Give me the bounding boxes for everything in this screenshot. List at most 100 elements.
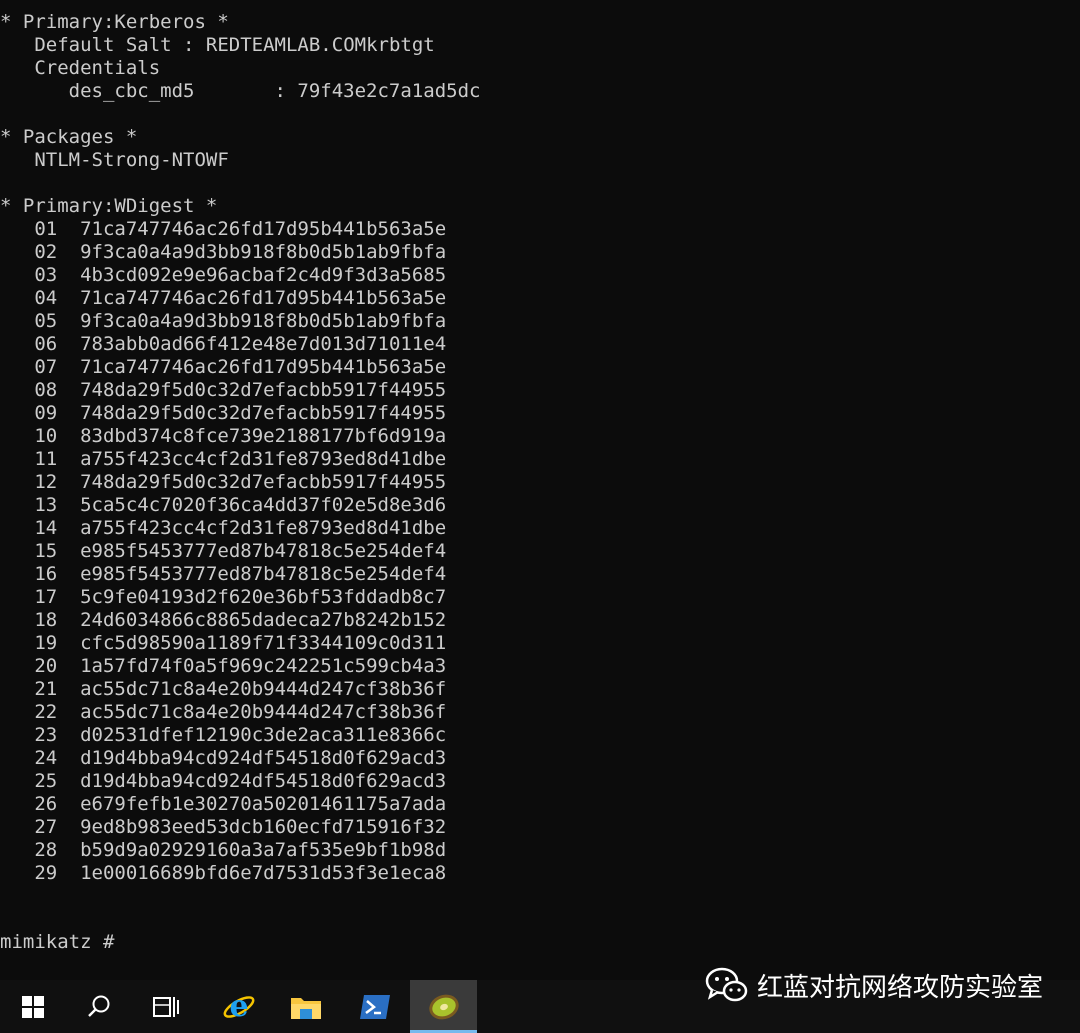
task-view-icon — [153, 996, 179, 1017]
file-explorer-icon — [291, 997, 321, 1019]
wdigest-hash-row: 12 748da29f5d0c32d7efacbb5917f44955 — [0, 471, 1080, 494]
hash-index: 22 — [34, 701, 58, 723]
task-view-button[interactable] — [133, 980, 199, 1033]
wdigest-hash-row: 16 e985f5453777ed87b47818c5e254def4 — [0, 563, 1080, 586]
hash-value: 83dbd374c8fce739e2188177bf6d919a — [80, 425, 447, 447]
wdigest-hash-row: 23 d02531dfef12190c3de2aca311e8366c — [0, 724, 1080, 747]
wdigest-hash-row: 11 a755f423cc4cf2d31fe8793ed8d41dbe — [0, 448, 1080, 471]
hash-value: 748da29f5d0c32d7efacbb5917f44955 — [80, 471, 447, 493]
hash-index: 17 — [34, 586, 58, 608]
hash-index: 21 — [34, 678, 58, 700]
des-cbc-md5-value: 79f43e2c7a1ad5dc — [297, 80, 481, 102]
hash-index: 08 — [34, 379, 58, 401]
wdigest-hash-row: 24 d19d4bba94cd924df54518d0f629acd3 — [0, 747, 1080, 770]
hash-value: e985f5453777ed87b47818c5e254def4 — [80, 540, 447, 562]
powershell-button[interactable] — [342, 980, 408, 1033]
hash-value: 9ed8b983eed53dcb160ecfd715916f32 — [80, 816, 447, 838]
search-icon — [88, 995, 110, 1017]
wdigest-hash-row: 05 9f3ca0a4a9d3bb918f8b0d5b1ab9fbfa — [0, 310, 1080, 333]
watermark: 红蓝对抗网络攻防实验室 — [705, 963, 1043, 1007]
svg-text:e: e — [229, 989, 248, 1024]
packages-header: * Packages * — [0, 126, 138, 148]
hash-value: ac55dc71c8a4e20b9444d247cf38b36f — [80, 701, 447, 723]
wdigest-hash-row: 08 748da29f5d0c32d7efacbb5917f44955 — [0, 379, 1080, 402]
hash-index: 01 — [34, 218, 58, 240]
hash-value: 5c9fe04193d2f620e36bf53fddadb8c7 — [80, 586, 447, 608]
default-salt-line: Default Salt : REDTEAMLAB.COMkrbtgt — [0, 34, 1080, 57]
hash-index: 03 — [34, 264, 58, 286]
wdigest-hash-row: 03 4b3cd092e9e96acbaf2c4d9f3d3a5685 — [0, 264, 1080, 287]
internet-explorer-icon: e — [223, 989, 255, 1024]
wdigest-hash-row: 28 b59d9a02929160a3a7af535e9bf1b98d — [0, 839, 1080, 862]
wdigest-hash-row: 15 e985f5453777ed87b47818c5e254def4 — [0, 540, 1080, 563]
hash-value: e985f5453777ed87b47818c5e254def4 — [80, 563, 447, 585]
wdigest-hash-row: 13 5ca5c4c7020f36ca4dd37f02e5d8e3d6 — [0, 494, 1080, 517]
hash-index: 11 — [34, 448, 58, 470]
powershell-icon — [360, 994, 390, 1019]
wdigest-hash-row: 09 748da29f5d0c32d7efacbb5917f44955 — [0, 402, 1080, 425]
terminal-window[interactable]: * Primary:Kerberos * Default Salt : REDT… — [0, 0, 1080, 980]
hash-index: 24 — [34, 747, 58, 769]
default-salt-label: Default Salt : — [34, 34, 206, 56]
hash-value: 71ca747746ac26fd17d95b441b563a5e — [80, 356, 447, 378]
hash-index: 06 — [34, 333, 58, 355]
wdigest-hash-row: 25 d19d4bba94cd924df54518d0f629acd3 — [0, 770, 1080, 793]
packages-value: NTLM-Strong-NTOWF — [34, 149, 229, 171]
kerberos-header: * Primary:Kerberos * — [0, 11, 229, 33]
hash-index: 23 — [34, 724, 58, 746]
hash-index: 09 — [34, 402, 58, 424]
wdigest-hash-row: 07 71ca747746ac26fd17d95b441b563a5e — [0, 356, 1080, 379]
hash-value: a755f423cc4cf2d31fe8793ed8d41dbe — [80, 448, 447, 470]
wdigest-hash-row: 01 71ca747746ac26fd17d95b441b563a5e — [0, 218, 1080, 241]
wdigest-hash-row: 26 e679fefb1e30270a50201461175a7ada — [0, 793, 1080, 816]
search-button[interactable] — [66, 980, 132, 1033]
hash-index: 16 — [34, 563, 58, 585]
hash-index: 12 — [34, 471, 58, 493]
hash-value: d19d4bba94cd924df54518d0f629acd3 — [80, 747, 447, 769]
wdigest-hash-row: 29 1e00016689bfd6e7d7531d53f3e1eca8 — [0, 862, 1080, 885]
hash-index: 28 — [34, 839, 58, 861]
wdigest-hash-row: 22 ac55dc71c8a4e20b9444d247cf38b36f — [0, 701, 1080, 724]
packages-line: NTLM-Strong-NTOWF — [0, 149, 1080, 172]
hash-index: 02 — [34, 241, 58, 263]
wdigest-hash-row: 14 a755f423cc4cf2d31fe8793ed8d41dbe — [0, 517, 1080, 540]
hash-index: 04 — [34, 287, 58, 309]
hash-value: 9f3ca0a4a9d3bb918f8b0d5b1ab9fbfa — [80, 310, 447, 332]
hash-value: 1e00016689bfd6e7d7531d53f3e1eca8 — [80, 862, 447, 884]
default-salt-value: REDTEAMLAB.COMkrbtgt — [205, 34, 435, 56]
hash-value: 71ca747746ac26fd17d95b441b563a5e — [80, 218, 447, 240]
hash-index: 19 — [34, 632, 58, 654]
wechat-icon — [705, 967, 748, 1002]
hash-value: ac55dc71c8a4e20b9444d247cf38b36f — [80, 678, 447, 700]
wdigest-header: * Primary:WDigest * — [0, 195, 218, 217]
mimikatz-taskbar-button[interactable] — [410, 980, 477, 1033]
hash-index: 26 — [34, 793, 58, 815]
hash-value: 5ca5c4c7020f36ca4dd37f02e5d8e3d6 — [80, 494, 447, 516]
wdigest-hash-row: 19 cfc5d98590a1189f71f3344109c0d311 — [0, 632, 1080, 655]
des-cbc-md5-label: des_cbc_md5 : — [68, 80, 298, 102]
hash-value: cfc5d98590a1189f71f3344109c0d311 — [80, 632, 447, 654]
hash-index: 27 — [34, 816, 58, 838]
internet-explorer-button[interactable]: e — [206, 980, 272, 1033]
wdigest-hash-row: 04 71ca747746ac26fd17d95b441b563a5e — [0, 287, 1080, 310]
hash-index: 25 — [34, 770, 58, 792]
hash-index: 18 — [34, 609, 58, 631]
wdigest-hash-row: 18 24d6034866c8865dadeca27b8242b152 — [0, 609, 1080, 632]
start-button[interactable] — [0, 980, 66, 1033]
mimikatz-prompt: mimikatz # — [0, 931, 126, 953]
hash-value: 24d6034866c8865dadeca27b8242b152 — [80, 609, 447, 631]
prompt-line[interactable]: mimikatz # — [0, 931, 1080, 954]
des-cbc-md5-line: des_cbc_md5 : 79f43e2c7a1ad5dc — [0, 80, 1080, 103]
hash-value: 748da29f5d0c32d7efacbb5917f44955 — [80, 402, 447, 424]
hash-index: 07 — [34, 356, 58, 378]
hash-index: 29 — [34, 862, 58, 884]
credentials-label: Credentials — [34, 57, 161, 79]
hash-value: b59d9a02929160a3a7af535e9bf1b98d — [80, 839, 447, 861]
hash-value: 9f3ca0a4a9d3bb918f8b0d5b1ab9fbfa — [80, 241, 447, 263]
hash-index: 05 — [34, 310, 58, 332]
hash-value: a755f423cc4cf2d31fe8793ed8d41dbe — [80, 517, 447, 539]
file-explorer-button[interactable] — [273, 980, 339, 1033]
wdigest-hash-row: 10 83dbd374c8fce739e2188177bf6d919a — [0, 425, 1080, 448]
hash-value: d02531dfef12190c3de2aca311e8366c — [80, 724, 447, 746]
hash-value: e679fefb1e30270a50201461175a7ada — [80, 793, 447, 815]
